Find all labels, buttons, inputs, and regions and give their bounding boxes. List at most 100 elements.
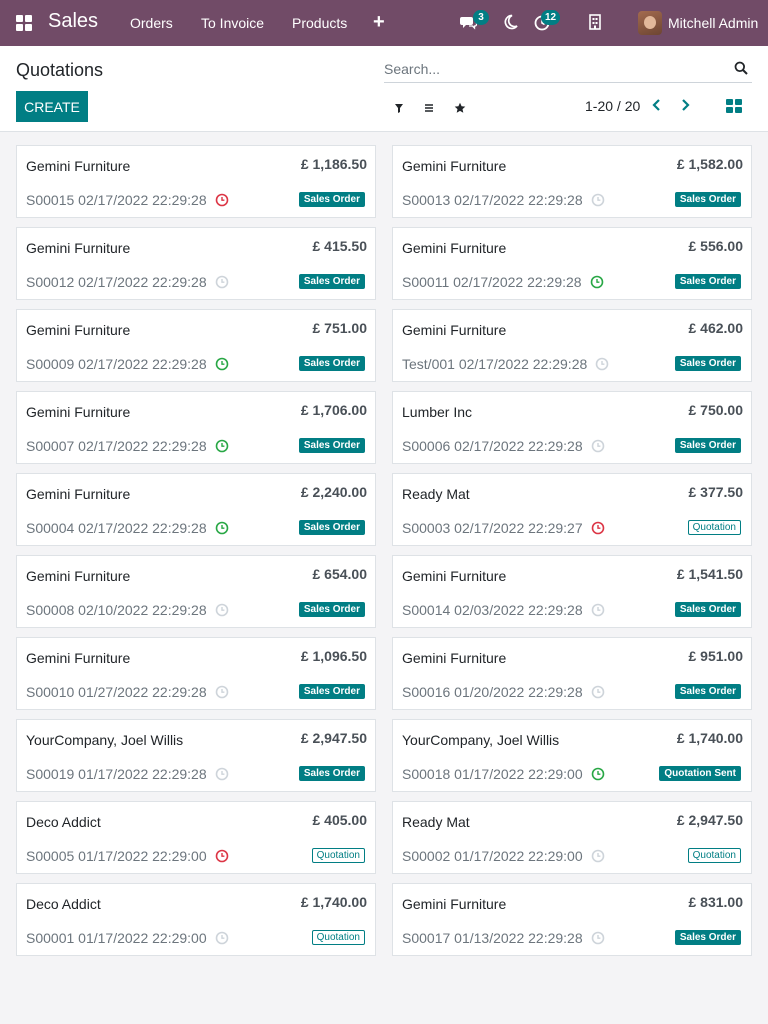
activity-clock-icon[interactable]	[590, 275, 604, 289]
status-badge: Quotation	[687, 848, 741, 863]
quotation-card[interactable]: Gemini Furniture £ 1,186.50 S00015 02/17/2…	[16, 145, 376, 218]
card-partner-name: Ready Mat	[402, 486, 470, 502]
pager-previous-icon[interactable]	[651, 98, 663, 112]
menu-orders[interactable]: Orders	[130, 15, 173, 31]
user-avatar[interactable]	[638, 11, 662, 35]
card-reference-row: S00018 01/17/2022 22:29:00	[402, 766, 605, 782]
card-reference-row: S00006 02/17/2022 22:29:28	[402, 438, 605, 454]
filter-icon[interactable]	[392, 101, 406, 115]
user-name[interactable]: Mitchell Admin	[668, 15, 758, 31]
activity-clock-icon[interactable]	[215, 849, 229, 863]
activity-clock-icon[interactable]	[591, 521, 605, 535]
card-reference-row: S00001 01/17/2022 22:29:00	[26, 930, 229, 946]
activity-clock-icon[interactable]	[591, 931, 605, 945]
card-amount: £ 750.00	[688, 402, 744, 418]
quotation-card[interactable]: Gemini Furniture £ 831.00 S00017 01/13/202…	[392, 883, 752, 956]
quotation-card[interactable]: Gemini Furniture £ 1,541.50 S00014 02/03/2…	[392, 555, 752, 628]
activity-clock-icon[interactable]	[591, 439, 605, 453]
card-reference-date: S00012 02/17/2022 22:29:28	[26, 274, 207, 290]
card-amount: £ 462.00	[688, 320, 744, 336]
status-badge: Sales Order	[674, 356, 741, 371]
activity-clock-icon[interactable]	[215, 193, 229, 207]
card-partner-name: Gemini Furniture	[26, 240, 131, 256]
quotation-card[interactable]: Gemini Furniture £ 951.00 S00016 01/20/202…	[392, 637, 752, 710]
favorites-star-icon[interactable]	[453, 101, 467, 115]
top-navbar: Sales Orders To Invoice Products + 3 12 …	[0, 0, 768, 46]
quotation-card[interactable]: Deco Addict £ 405.00 S00005 01/17/2022 22:…	[16, 801, 376, 874]
search-bar	[384, 57, 752, 83]
create-button[interactable]: CREATE	[16, 91, 88, 122]
card-reference-row: S00015 02/17/2022 22:29:28	[26, 192, 229, 208]
app-brand[interactable]: Sales	[48, 10, 98, 33]
activity-clock-icon[interactable]	[215, 931, 229, 945]
quotation-card[interactable]: YourCompany, Joel Willis £ 1,740.00 S00018…	[392, 719, 752, 792]
card-reference-row: S00011 02/17/2022 22:29:28	[402, 274, 604, 290]
card-partner-name: Gemini Furniture	[402, 896, 507, 912]
activity-clock-icon[interactable]	[215, 685, 229, 699]
quotation-card[interactable]: Gemini Furniture £ 1,096.50 S00010 01/27/2…	[16, 637, 376, 710]
card-reference-date: S00017 01/13/2022 22:29:28	[402, 930, 583, 946]
card-partner-name: Gemini Furniture	[402, 240, 507, 256]
card-reference-row: S00003 02/17/2022 22:29:27	[402, 520, 605, 536]
activity-clock-icon[interactable]	[595, 357, 609, 371]
card-reference-date: S00018 01/17/2022 22:29:00	[402, 766, 583, 782]
quotation-card[interactable]: Gemini Furniture £ 654.00 S00008 02/10/202…	[16, 555, 376, 628]
card-amount: £ 654.00	[312, 566, 368, 582]
quotation-card[interactable]: Lumber Inc £ 750.00 S00006 02/17/2022 22:2…	[392, 391, 752, 464]
status-badge: Sales Order	[674, 930, 741, 945]
quotation-card[interactable]: Ready Mat £ 2,947.50 S00002 01/17/2022 22:…	[392, 801, 752, 874]
card-partner-name: Gemini Furniture	[26, 568, 131, 584]
card-reference-date: S00016 01/20/2022 22:29:28	[402, 684, 583, 700]
card-amount: £ 415.50	[312, 238, 368, 254]
chat-count-badge: 3	[473, 10, 489, 25]
quotation-card[interactable]: Gemini Furniture £ 1,582.00 S00013 02/17/2…	[392, 145, 752, 218]
search-icon[interactable]	[734, 61, 748, 75]
quotation-card[interactable]: Gemini Furniture £ 2,240.00 S00004 02/17/2…	[16, 473, 376, 546]
card-reference-row: S00008 02/10/2022 22:29:28	[26, 602, 229, 618]
activity-clock-icon[interactable]	[215, 603, 229, 617]
card-reference-date: S00019 01/17/2022 22:29:28	[26, 766, 207, 782]
group-by-list-icon[interactable]	[422, 101, 436, 115]
card-reference-date: S00003 02/17/2022 22:29:27	[402, 520, 583, 536]
activity-clock-icon[interactable]	[591, 685, 605, 699]
menu-products[interactable]: Products	[292, 15, 347, 31]
card-amount: £ 1,096.50	[300, 648, 367, 664]
card-reference-row: S00007 02/17/2022 22:29:28	[26, 438, 229, 454]
card-amount: £ 2,947.50	[676, 812, 743, 828]
activity-clock-icon[interactable]	[591, 603, 605, 617]
apps-menu-icon[interactable]	[16, 15, 32, 31]
card-reference-row: S00014 02/03/2022 22:29:28	[402, 602, 605, 618]
search-input[interactable]	[384, 57, 714, 81]
status-badge: Sales Order	[298, 274, 365, 289]
quotation-card[interactable]: Gemini Furniture £ 556.00 S00011 02/17/202…	[392, 227, 752, 300]
quotation-card[interactable]: YourCompany, Joel Willis £ 2,947.50 S00019…	[16, 719, 376, 792]
quotation-card[interactable]: Gemini Furniture £ 1,706.00 S00007 02/17/2…	[16, 391, 376, 464]
quotation-card[interactable]: Deco Addict £ 1,740.00 S00001 01/17/2022 2…	[16, 883, 376, 956]
activity-clock-icon[interactable]	[591, 849, 605, 863]
quotation-card[interactable]: Ready Mat £ 377.50 S00003 02/17/2022 22:29…	[392, 473, 752, 546]
dark-mode-moon-icon[interactable]	[501, 13, 521, 33]
activity-clock-icon[interactable]	[591, 193, 605, 207]
card-amount: £ 751.00	[312, 320, 368, 336]
card-partner-name: YourCompany, Joel Willis	[402, 732, 560, 748]
menu-to-invoice[interactable]: To Invoice	[201, 15, 264, 31]
activity-clock-icon[interactable]	[215, 767, 229, 781]
card-reference-row: S00012 02/17/2022 22:29:28	[26, 274, 229, 290]
pager-value[interactable]: 1-20 / 20	[585, 98, 640, 114]
quotation-card[interactable]: Gemini Furniture £ 462.00 Test/001 02/17/2…	[392, 309, 752, 382]
card-partner-name: Gemini Furniture	[26, 404, 131, 420]
company-building-icon[interactable]	[587, 13, 607, 33]
activity-clock-icon[interactable]	[215, 275, 229, 289]
activity-clock-icon[interactable]	[215, 357, 229, 371]
pager-next-icon[interactable]	[679, 98, 691, 112]
quick-create-plus-icon[interactable]: +	[373, 11, 385, 34]
card-reference-date: S00005 01/17/2022 22:29:00	[26, 848, 207, 864]
quotation-card[interactable]: Gemini Furniture £ 415.50 S00012 02/17/202…	[16, 227, 376, 300]
card-amount: £ 1,582.00	[676, 156, 743, 172]
activity-clock-icon[interactable]	[591, 767, 605, 781]
activity-clock-icon[interactable]	[215, 521, 229, 535]
kanban-view-icon[interactable]	[726, 99, 742, 113]
card-reference-date: S00014 02/03/2022 22:29:28	[402, 602, 583, 618]
quotation-card[interactable]: Gemini Furniture £ 751.00 S00009 02/17/202…	[16, 309, 376, 382]
activity-clock-icon[interactable]	[215, 439, 229, 453]
